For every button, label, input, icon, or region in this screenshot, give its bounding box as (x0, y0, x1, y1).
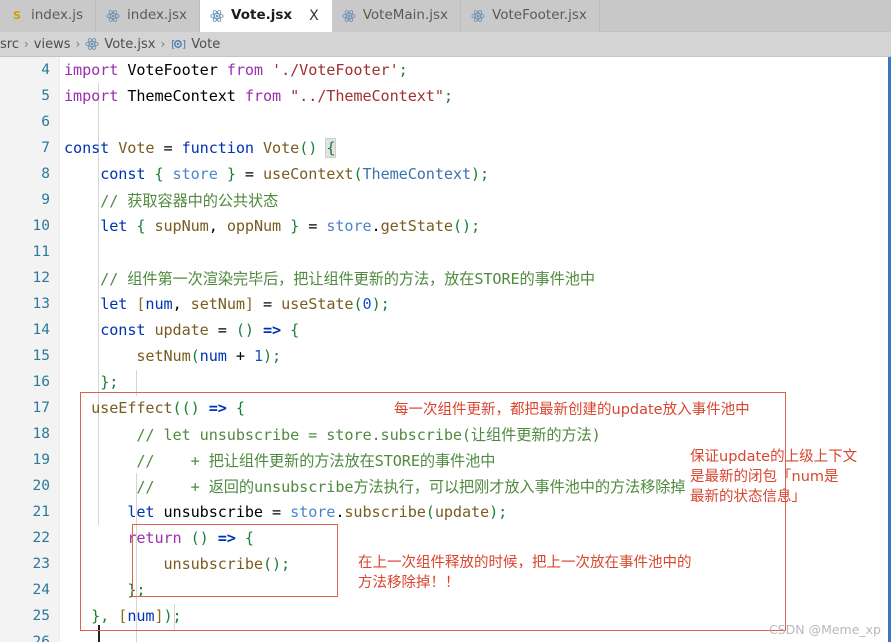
annotation-closure: 保证update的上级上下文 是最新的闭包「num是 最新的状态信息」 (690, 449, 858, 505)
line-content: }; (100, 373, 119, 392)
tab-vote-jsx[interactable]: Vote.jsx X (200, 0, 332, 32)
breadcrumb-separator: › (160, 37, 166, 51)
line-number: 25 (32, 608, 50, 625)
line-number: 24 (32, 582, 50, 599)
line-content: useEffect(() => { (91, 399, 245, 418)
line-number: 6 (41, 114, 50, 131)
line-number: 5 (41, 88, 50, 105)
code-line: 14 const update = () => { (0, 317, 891, 343)
line-number: 18 (32, 426, 50, 443)
line-content: // 组件第一次渲染完毕后，把让组件更新的方法，放在STORE的事件池中 (64, 270, 595, 289)
code-line: 22 return () => { (0, 525, 891, 551)
react-file-icon (85, 37, 99, 51)
vscode-editor-window: S index.js index.jsx Vote.jsx X VoteMain… (0, 0, 891, 642)
code-line: 10 let { supNum, oppNum } = store.getSta… (0, 213, 891, 239)
line-number: 19 (32, 452, 50, 469)
line-number: 22 (32, 530, 50, 547)
tab-index-js[interactable]: S index.js (0, 0, 97, 32)
tab-votemain-jsx[interactable]: VoteMain.jsx (331, 0, 462, 32)
code-line: 16 }; (0, 369, 891, 395)
code-line: 18 // let unsubscribe = store.subscribe(… (0, 421, 891, 447)
react-file-icon (106, 9, 120, 23)
annotation-cleanup: 在上一次组件释放的时候，把上一次放在事件池中的 方法移除掉！！ (358, 555, 692, 591)
breadcrumb-item-symbol[interactable]: Vote (191, 37, 220, 52)
line-number: 17 (32, 400, 50, 417)
code-line: 11 (0, 239, 891, 265)
line-content: // + 把让组件更新的方法放在STORE的事件池中 (64, 452, 496, 471)
react-file-icon (342, 9, 356, 23)
tab-label: index.js (31, 7, 84, 24)
code-line: 15 setNum(num + 1); (0, 343, 891, 369)
code-line: 6 (0, 109, 891, 135)
line-content: unsubscribe(); (163, 555, 291, 574)
breadcrumb-separator: › (75, 37, 81, 51)
line-number: 21 (32, 504, 50, 521)
code-line: 13 let [num, setNum] = useState(0); (0, 291, 891, 317)
code-line: 26 (0, 629, 891, 642)
code-line: 5 import ThemeContext from "../ThemeCont… (0, 83, 891, 109)
line-number: 23 (32, 556, 50, 573)
line-number: 11 (32, 244, 50, 261)
annotation-update-pool: 每一次组件更新，都把最新创建的update放入事件池中 (394, 402, 750, 418)
line-number: 14 (32, 322, 50, 339)
react-file-icon (210, 9, 224, 23)
code-line: 12 // 组件第一次渲染完毕后，把让组件更新的方法，放在STORE的事件池中 (0, 265, 891, 291)
breadcrumb-item-views[interactable]: views (34, 37, 71, 52)
line-content: const { store } = useContext(ThemeContex… (100, 165, 490, 184)
line-content: let { supNum, oppNum } = store.getState(… (100, 217, 481, 236)
line-content: import ThemeContext from "../ThemeContex… (64, 87, 453, 106)
code-line: 9 // 获取容器中的公共状态 (0, 187, 891, 213)
line-content: // 获取容器中的公共状态 (64, 192, 279, 211)
breadcrumb-separator: › (23, 37, 29, 51)
line-number: 26 (0, 634, 50, 642)
line-content: return () => { (127, 529, 254, 548)
line-number: 12 (32, 270, 50, 287)
line-content: let unsubscribe = store.subscribe(update… (127, 503, 508, 522)
line-content: import VoteFooter from './VoteFooter'; (64, 61, 408, 80)
tab-label: VoteFooter.jsx (492, 7, 587, 24)
breadcrumb-item-file[interactable]: Vote.jsx (104, 37, 155, 52)
line-number: 16 (32, 374, 50, 391)
tab-votefooter-jsx[interactable]: VoteFooter.jsx (461, 0, 600, 32)
code-line: 7 const Vote = function Vote() { (0, 135, 891, 161)
line-content: let [num, setNum] = useState(0); (100, 295, 390, 314)
line-content: setNum(num + 1); (136, 347, 282, 366)
line-number: 8 (41, 166, 50, 183)
code-line: 25 }, [num]); (0, 603, 891, 629)
line-content: // let unsubscribe = store.subscribe(让组件… (64, 426, 601, 445)
line-number: 10 (32, 218, 50, 235)
tab-label: VoteMain.jsx (362, 7, 449, 24)
line-content: const Vote = function Vote() { (64, 138, 337, 159)
code-line: 4 import VoteFooter from './VoteFooter'; (0, 57, 891, 83)
tab-index-jsx[interactable]: index.jsx (96, 0, 201, 32)
line-content: // + 返回的unsubscribe方法执行，可以把刚才放入事件池中的方法移除… (64, 478, 686, 497)
tab-bar-empty-space (599, 0, 891, 31)
editor-tab-bar: S index.js index.jsx Vote.jsx X VoteMain… (0, 0, 891, 32)
tab-label: index.jsx (127, 7, 188, 24)
line-number: 20 (32, 478, 50, 495)
breadcrumb: src › views › Vote.jsx › [ ] Vote (0, 32, 891, 57)
line-number: 15 (32, 348, 50, 365)
line-number: 9 (41, 192, 50, 209)
text-caret (98, 625, 100, 642)
svg-text:]: ] (182, 40, 186, 51)
watermark: CSDN @Meme_xp (768, 622, 881, 637)
close-icon[interactable]: X (309, 9, 319, 23)
code-line: 8 const { store } = useContext(ThemeCont… (0, 161, 891, 187)
js-file-icon: S (13, 9, 21, 22)
react-file-icon (471, 9, 485, 23)
tab-label: Vote.jsx (231, 7, 293, 24)
line-number: 7 (41, 140, 50, 157)
line-content: }; (127, 581, 146, 600)
line-content: }, [num]); (91, 607, 182, 626)
line-number: 4 (41, 62, 50, 79)
method-symbol-icon: [ ] (170, 37, 186, 51)
line-number: 13 (32, 296, 50, 313)
breadcrumb-item-src[interactable]: src (0, 37, 19, 52)
line-content: const update = () => { (100, 321, 300, 340)
